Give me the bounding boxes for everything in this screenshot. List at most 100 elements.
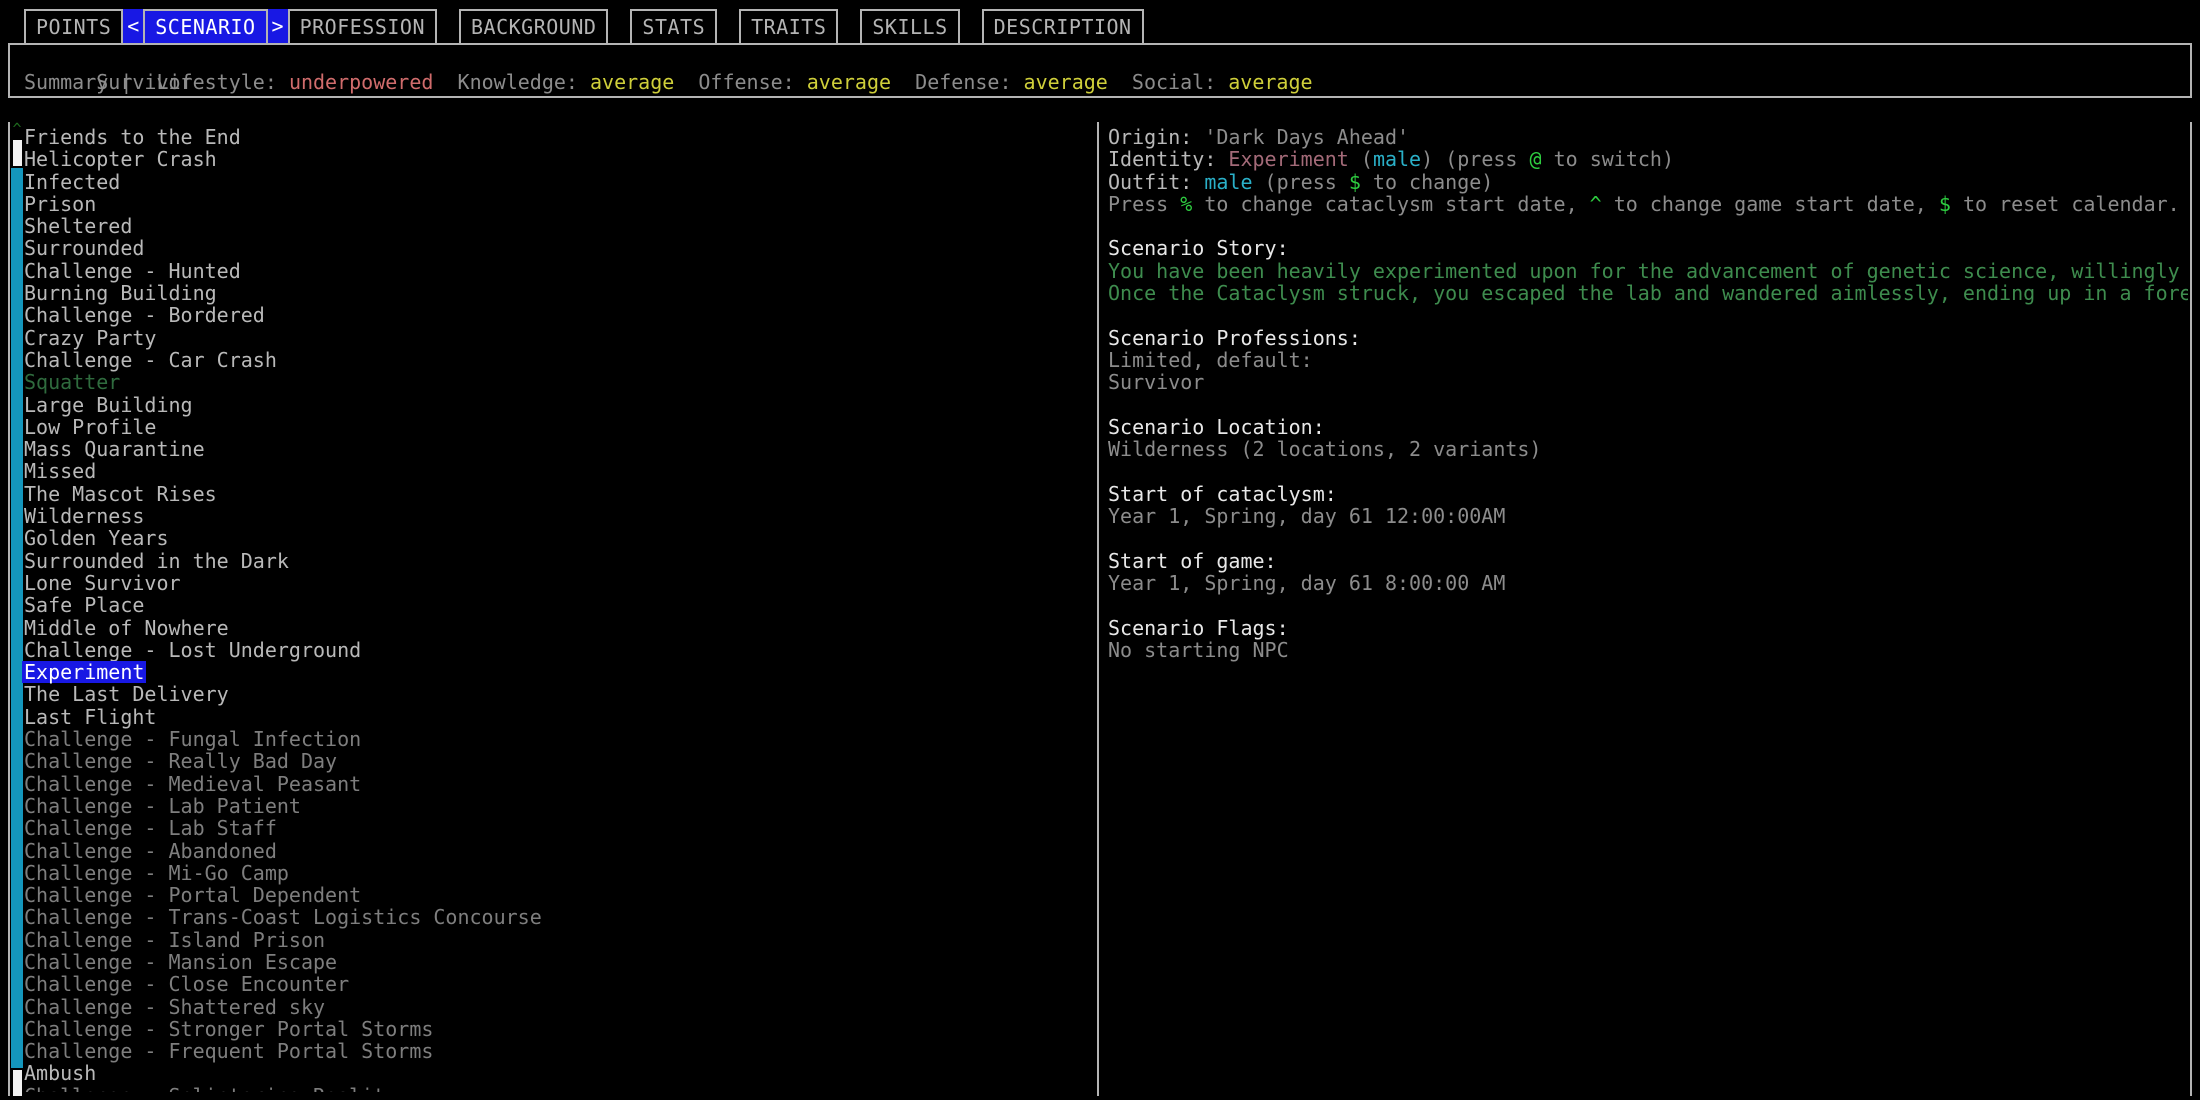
list-item[interactable]: Wilderness [22, 505, 1082, 527]
list-item[interactable]: Low Profile [22, 416, 1082, 438]
scenario-list-item-label: Challenge - Portal Dependent [24, 883, 362, 908]
stat-offense-label: Offense: [698, 70, 795, 95]
identity-hotkey[interactable]: @ [1529, 147, 1541, 171]
list-item[interactable]: Challenge - Fungal Infection [22, 728, 1082, 750]
list-item[interactable]: Challenge - Bordered [22, 304, 1082, 326]
list-item[interactable]: Friends to the End [22, 126, 1082, 148]
list-item[interactable]: Challenge - Portal Dependent [22, 884, 1082, 906]
outfit-value: male [1204, 169, 1253, 194]
scenario-list-item-label: Challenge - Lost Underground [24, 637, 362, 662]
scenario-list-item-label: Challenge - Fungal Infection [24, 727, 362, 752]
list-item[interactable]: Surrounded [22, 237, 1082, 259]
origin-label: Origin: [1108, 126, 1205, 149]
stat-offense-value: average [806, 70, 892, 95]
scenario-list[interactable]: Friends to the End Helicopter Crash Infect… [22, 126, 1082, 1092]
list-item[interactable]: Helicopter Crash [22, 148, 1082, 170]
scenario-list-item-label: Infected [24, 169, 121, 194]
list-item[interactable]: Challenge - Car Crash [22, 349, 1082, 371]
start-of-game-header: Start of game: [1108, 548, 1277, 573]
list-item[interactable]: Surrounded in the Dark [22, 548, 1082, 573]
list-item[interactable]: Challenge - Abandoned [22, 838, 1082, 863]
list-item[interactable]: Infected [22, 169, 1082, 194]
outfit-hotkey[interactable]: $ [1349, 170, 1361, 194]
tab-skills[interactable]: SKILLS [860, 9, 960, 43]
list-item[interactable]: Last Flight [22, 706, 1082, 728]
tab-points-label: POINTS [36, 14, 112, 39]
scenario-list-item-label: Challenge - Frequent Portal Storms [24, 1039, 434, 1064]
scenario-list-item-label: Helicopter Crash [24, 147, 217, 172]
list-item[interactable]: Challenge - Really Bad Day [22, 750, 1082, 772]
list-item[interactable]: Middle of Nowhere [22, 616, 1082, 639]
scenario-detail-panel: Origin: 'Dark Days Ahead' Identity: Expe… [1108, 126, 2188, 1092]
list-item[interactable]: Challenge - Mansion Escape [22, 951, 1082, 973]
list-item[interactable]: Missed [22, 460, 1082, 482]
list-item[interactable]: Challenge - Lab Staff [22, 817, 1082, 839]
list-item[interactable]: Golden Years [22, 527, 1082, 549]
list-item[interactable]: Lone Survivor [22, 572, 1082, 594]
scenario-list-item-label: The Last Delivery [24, 682, 229, 707]
summary-label: Summary | [24, 70, 133, 95]
scenario-list-item-label: Challenge - Hunted [24, 258, 241, 283]
list-item[interactable]: Experiment [22, 661, 1082, 683]
tab-points[interactable]: POINTS [24, 9, 124, 43]
press-mid-1: to change cataclysm start date, [1192, 191, 1590, 216]
scenario-list-item-label: Challenge - Car Crash [24, 347, 277, 372]
scenario-list-item-label: Surrounded [24, 236, 145, 261]
next-tab-arrow-icon[interactable]: > [267, 9, 288, 43]
list-item[interactable]: Squatter [22, 371, 1082, 393]
list-item[interactable]: Challenge - Trans-Coast Logistics Concou… [22, 906, 1082, 928]
prev-arrow-glyph: < [127, 13, 140, 38]
list-item[interactable]: Sheltered [22, 215, 1082, 237]
list-item[interactable]: Challenge - Mi-Go Camp [22, 862, 1082, 884]
scenario-list-item-label: Surrounded in the Dark [24, 548, 289, 573]
stat-lifestyle-label: Lifestyle: [156, 70, 277, 95]
tab-background[interactable]: BACKGROUND [459, 9, 609, 43]
list-item[interactable]: Ambush [22, 1062, 1082, 1084]
tab-traits[interactable]: TRAITS [739, 9, 839, 43]
list-item[interactable]: Large Building [22, 392, 1082, 417]
scenario-list-item-label: Challenge - Mansion Escape [24, 949, 338, 974]
list-item[interactable]: Mass Quarantine [22, 438, 1082, 460]
scrollbar-thumb-top[interactable] [13, 140, 22, 166]
stat-social-label: Social: [1131, 70, 1217, 95]
scenario-list-item-label: Friends to the End [24, 126, 241, 149]
list-item[interactable]: Challenge - Stronger Portal Storms [22, 1018, 1082, 1040]
list-item[interactable]: Challenge - Island Prison [22, 929, 1082, 951]
tab-stats-label: STATS [642, 14, 706, 39]
list-item[interactable]: Challenge - Frequent Portal Storms [22, 1040, 1082, 1062]
list-item[interactable]: Challenge - Lab Patient [22, 795, 1082, 817]
list-item[interactable]: Challenge - Hunted [22, 260, 1082, 282]
list-item[interactable]: Challenge - Shattered sky [22, 995, 1082, 1018]
scenario-list-item-label: Challenge - Abandoned [24, 838, 277, 863]
identity-label: Identity: [1108, 147, 1229, 172]
game-date-hotkey[interactable]: ^ [1590, 192, 1602, 216]
list-item[interactable]: The Last Delivery [22, 683, 1082, 705]
scenario-list-item-label: Low Profile [24, 414, 157, 439]
tab-stats[interactable]: STATS [630, 9, 718, 43]
scenario-list-item-label: Crazy Party [24, 325, 157, 350]
list-item[interactable]: Burning Building [22, 282, 1082, 304]
stat-defense-value: average [1023, 70, 1108, 95]
scenario-list-item-label: Prison [24, 191, 97, 216]
list-item[interactable]: Challenge - Lost Underground [22, 639, 1082, 661]
tab-scenario[interactable]: SCENARIO [143, 9, 268, 43]
scenario-list-item-label: Squatter [24, 370, 121, 395]
list-item[interactable]: Challenge - Medieval Peasant [22, 772, 1082, 795]
cataclysm-date-hotkey[interactable]: % [1180, 192, 1192, 216]
tab-profession[interactable]: PROFESSION [287, 9, 437, 43]
prev-tab-arrow-icon[interactable]: < [123, 9, 144, 43]
identity-open-paren: ( [1348, 147, 1373, 172]
scenario-list-item-label: Large Building [24, 392, 193, 417]
list-item[interactable]: Challenge - Close Encounter [22, 973, 1082, 995]
reset-calendar-hotkey[interactable]: $ [1939, 192, 1951, 216]
tab-description[interactable]: DESCRIPTION [981, 9, 1144, 43]
scenario-list-item-label: Challenge - Bordered [24, 303, 265, 328]
list-item[interactable]: Crazy Party [22, 327, 1082, 349]
list-item[interactable]: Challenge - Splintering Reality [22, 1085, 1082, 1092]
scenario-list-item-label: Challenge - Really Bad Day [24, 749, 338, 774]
list-item[interactable]: Prison [22, 193, 1082, 215]
scrollbar-thumb-bottom[interactable] [13, 1070, 22, 1096]
list-item[interactable]: The Mascot Rises [22, 483, 1082, 505]
list-item[interactable]: Safe Place [22, 594, 1082, 616]
